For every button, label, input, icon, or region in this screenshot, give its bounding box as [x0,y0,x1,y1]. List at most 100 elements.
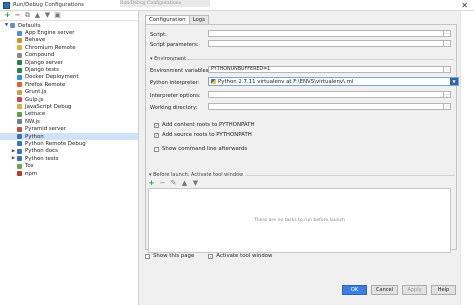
config-type-icon [17,119,22,125]
task-down-icon[interactable]: ▼ [192,180,199,187]
background-window-strip: Run/Debug Configurations [120,0,210,7]
script-input[interactable]: ... [208,30,451,37]
activate-tool-window-checkbox[interactable]: ✓ [208,253,214,259]
tree-item-2[interactable]: Behave [0,37,138,44]
add-source-roots-checkbox[interactable]: ✓ [154,132,159,138]
tree-item-12[interactable]: Lettuce [0,111,138,118]
edit-task-icon[interactable]: ✎ [170,180,177,187]
background-window-edge [460,11,474,305]
interpreter-value: Python 2.7.11 virtualenv at F:\ENVS\virt… [218,78,354,85]
config-type-icon [17,60,22,66]
config-type-icon [17,156,22,162]
browse-script-button[interactable]: ... [443,31,450,36]
config-type-icon [17,97,22,103]
add-content-roots-option[interactable]: ✓ Add content roots to PYTHONPATH [154,122,255,128]
run-debug-dialog: Run/Debug Configurations ✕ Run/Debug Con… [0,0,474,305]
ok-button[interactable]: OK [342,285,368,295]
move-down-icon[interactable]: ▼ [44,12,51,19]
move-up-icon[interactable]: ▲ [34,12,41,19]
tree-item-20[interactable]: npm [0,170,138,177]
show-this-page-checkbox[interactable] [145,253,150,259]
tree-item-16[interactable]: Python Remote Debug [0,140,138,147]
config-type-icon [17,52,22,58]
tree-item-11[interactable]: JavaScript Debug [0,103,138,110]
show-cmd-line-option[interactable]: Show command line afterwards [154,146,247,152]
remove-icon[interactable]: − [14,12,21,19]
show-cmd-line-checkbox[interactable] [154,146,159,152]
tree-item-13[interactable]: NW.js [0,118,138,125]
close-icon[interactable]: ✕ [461,1,468,10]
tree-item-17[interactable]: ▶ Python docs [0,148,138,155]
tab-configuration[interactable]: Configuration [145,15,190,24]
interpreter-select[interactable]: Python 2.7.11 virtualenv at F:\ENVS\virt… [208,77,459,86]
env-vars-input[interactable]: PYTHONUNBUFFERED=1... [208,66,451,73]
activate-tool-window-option[interactable]: ✓ Activate tool window [208,253,272,259]
tree-item-7[interactable]: Docker Deployment [0,74,138,81]
tree-item-5[interactable]: Django server [0,59,138,66]
chevron-down-icon[interactable]: ▼ [450,78,458,85]
window-title: Run/Debug Configurations [13,2,84,8]
copy-icon[interactable]: ⧉ [24,12,31,19]
expand-params-button[interactable]: ... [443,41,450,46]
before-launch-separator [245,175,455,176]
env-vars-label: Environment variables: [150,68,211,74]
working-dir-input[interactable]: ... [208,103,451,110]
before-launch-header: ▾ Before launch: Activate tool window [149,172,244,178]
tree-item-label: Django server [25,59,63,66]
config-type-icon [17,126,22,132]
chevron-right-icon[interactable]: ▶ [10,149,17,154]
tree-item-label: Docker Deployment [25,74,79,81]
tree-item-label: Python Remote Debug [25,140,86,147]
tree-item-8[interactable]: Firefox Remote [0,81,138,88]
bottom-options: Show this page ✓ Activate tool window [145,253,272,259]
tree-item-15[interactable]: Python [0,132,138,141]
expand-options-button[interactable]: ... [443,92,450,97]
tree-item-9[interactable]: Grunt.js [0,89,138,96]
config-type-icon [17,111,22,117]
config-tree-panel: + − ⧉ ▲ ▼ ▣ ▼ Defaults App Engine server Be… [0,11,139,305]
script-label: Script: [150,32,167,38]
tree-item-6[interactable]: Django tests [0,66,138,73]
edit-env-vars-button[interactable]: ... [443,67,450,72]
tree-item-3[interactable]: Chromium Remote [0,44,138,51]
tree-item-0[interactable]: ▼ Defaults [0,22,138,29]
config-type-icon [17,74,22,80]
tree-item-10[interactable]: Gulp.js [0,96,138,103]
config-tree: ▼ Defaults App Engine server Behave Chromium… [0,21,138,177]
interp-options-input[interactable]: ... [208,91,451,98]
tree-item-14[interactable]: Pyramid server [0,125,138,132]
add-content-roots-checkbox[interactable]: ✓ [154,122,159,128]
script-params-label: Script parameters: [150,42,199,48]
config-type-icon [17,171,22,176]
add-source-roots-option[interactable]: ✓ Add source roots to PYTHONPATH [154,132,252,138]
add-icon[interactable]: + [4,12,11,19]
apply-button[interactable]: Apply [402,285,427,295]
folder-icon[interactable]: ▣ [54,12,61,19]
add-task-icon[interactable]: + [148,180,155,187]
remove-task-icon[interactable]: − [159,180,166,187]
script-params-input[interactable]: ... [208,40,451,47]
config-type-icon [17,30,22,36]
config-type-icon [17,134,22,140]
config-type-icon [17,45,22,51]
config-type-icon [17,89,22,95]
chevron-right-icon[interactable]: ▶ [10,156,17,161]
python-icon [211,79,216,84]
tree-item-19[interactable]: Tox [0,162,138,169]
tree-item-18[interactable]: ▶ Python tests [0,155,138,162]
tree-item-label: Compound [25,52,55,59]
tab-bar: Configuration Logs [145,15,209,24]
tree-item-label: Python tests [25,155,59,162]
browse-working-dir-button[interactable]: ... [443,104,450,109]
chevron-down-icon[interactable]: ▼ [3,23,10,28]
tree-item-4[interactable]: Compound [0,52,138,59]
show-this-page-option[interactable]: Show this page [145,253,194,259]
task-up-icon[interactable]: ▲ [181,180,188,187]
environment-separator [170,59,454,60]
tree-item-1[interactable]: App Engine server [0,29,138,36]
before-launch-task-list[interactable]: There are no tasks to run before launch [148,188,451,253]
help-button[interactable]: Help [431,285,456,295]
tab-logs[interactable]: Logs [188,15,209,24]
cancel-button[interactable]: Cancel [371,285,398,295]
tree-item-label: Django tests [25,67,59,74]
